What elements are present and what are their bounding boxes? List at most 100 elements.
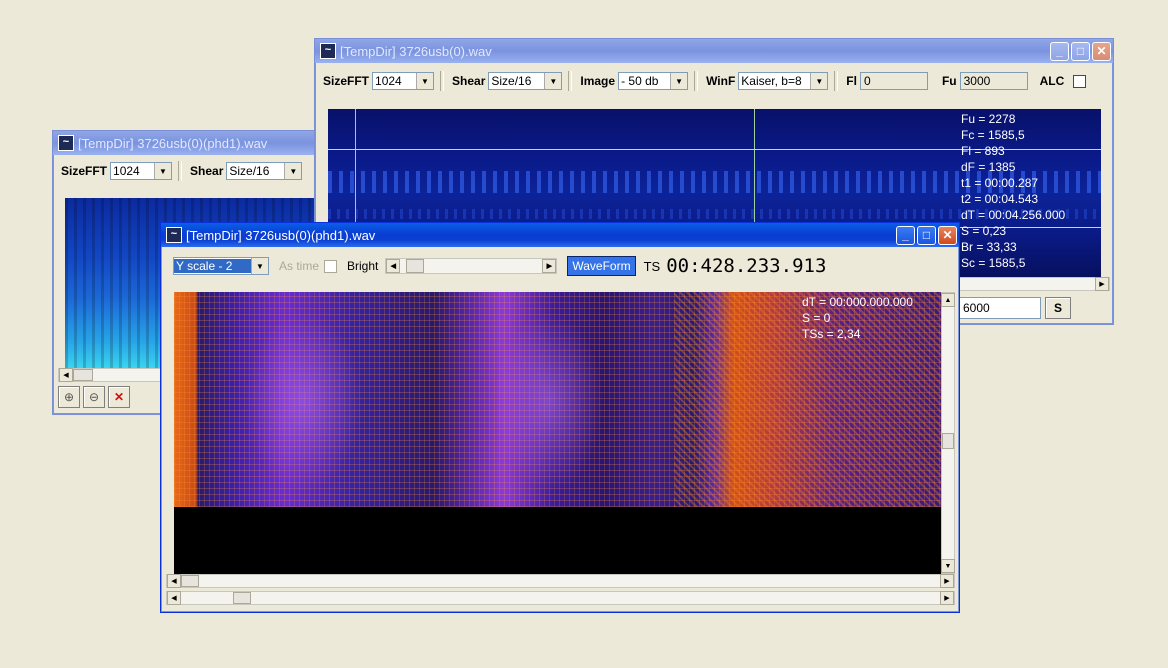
sizefft-label: SizeFFT	[323, 74, 370, 88]
readout-line: S = 0	[802, 311, 831, 325]
readout-line: dT = 00:000.000.000	[802, 295, 913, 309]
bright-slider-thumb[interactable]	[406, 259, 425, 273]
ts-value: 00:428.233.913	[666, 255, 827, 277]
phd-front-spectrogram[interactable]: dT = 00:000.000.000 S = 0 TSs = 2,34	[174, 292, 941, 574]
close-button[interactable]: ✕	[1092, 41, 1111, 61]
zoom-toolbar: ⊕ ⊖ ✕	[58, 386, 130, 408]
spectrogram-app-icon: ~	[320, 43, 336, 59]
shear-label: Shear	[452, 74, 486, 88]
winf-select[interactable]: Kaiser, b=8 ▼	[738, 72, 829, 90]
phd-front-toolbar: Y scale - 2 ▼ As time Bright ◀ ▶ WaveForm…	[173, 254, 953, 278]
scroll-up-icon[interactable]: ▲	[941, 293, 955, 307]
fu-label: Fu	[941, 74, 957, 88]
readout-line: dT = 00:04.256.000	[961, 208, 1066, 222]
ts-label: TS	[643, 258, 661, 274]
phd-front-vscroll[interactable]: ▲ ▼	[941, 292, 955, 574]
phd-front-window: ~ [TempDir] 3726usb(0)(phd1).wav _ □ ✕ Y…	[160, 222, 960, 613]
close-button[interactable]: ✕	[938, 225, 957, 245]
toolbar-separator	[694, 71, 699, 91]
fl-label: Fl	[846, 74, 857, 88]
shear-select[interactable]: Size/16 ▼	[488, 72, 563, 90]
sizefft-label: SizeFFT	[61, 164, 108, 178]
scroll-left-icon[interactable]: ◀	[167, 591, 181, 605]
yscale-select[interactable]: Y scale - 2 ▼	[173, 257, 269, 275]
scroll-right-icon[interactable]: ▶	[1095, 277, 1109, 291]
readout-line: Fl = 893	[961, 144, 1005, 158]
shear-label: Shear	[190, 164, 224, 178]
toolbar-separator	[568, 71, 573, 91]
sizefft-select[interactable]: 1024 ▼	[372, 72, 435, 90]
readout-line: dF = 1385	[961, 160, 1016, 174]
scroll-thumb[interactable]	[181, 575, 199, 587]
scroll-thumb[interactable]	[233, 592, 251, 604]
phd-front-hscroll-inner[interactable]: ◀ ▶	[166, 574, 955, 588]
main-title: [TempDir] 3726usb(0).wav	[340, 43, 492, 59]
readout-line: t1 = 00:00.287	[961, 176, 1039, 190]
scroll-left-icon[interactable]: ◀	[167, 574, 181, 588]
maximize-button[interactable]: □	[1071, 41, 1090, 61]
scroll-thumb[interactable]	[942, 433, 954, 449]
readout-line: TSs = 2,34	[802, 327, 861, 341]
toolbar-separator	[178, 161, 183, 181]
spectrogram-texture	[494, 312, 604, 492]
chevron-down-icon: ▼	[284, 163, 302, 179]
fl-field[interactable]: 0	[859, 72, 928, 90]
phd-back-hscroll[interactable]: ◀	[58, 368, 168, 382]
readout-line: Fc = 1585,5	[961, 128, 1025, 142]
shear-select[interactable]: Size/16 ▼	[226, 162, 303, 180]
chevron-down-icon: ▼	[544, 73, 562, 89]
phd-back-title: [TempDir] 3726usb(0)(phd1).wav	[78, 135, 268, 151]
scroll-right-icon[interactable]: ▶	[940, 574, 954, 588]
image-select[interactable]: - 50 db ▼	[618, 72, 689, 90]
zoom-out-icon[interactable]: ⊖	[83, 386, 105, 408]
chevron-down-icon: ▼	[810, 73, 828, 89]
main-readout: Fu = 2278 Fc = 1585,5 Fl = 893 dF = 1385…	[961, 111, 1065, 271]
chevron-down-icon: ▼	[670, 73, 688, 89]
chevron-down-icon: ▼	[251, 258, 268, 274]
scroll-left-icon[interactable]: ◀	[59, 368, 73, 382]
alc-checkbox[interactable]	[1073, 74, 1087, 88]
scroll-thumb[interactable]	[73, 369, 93, 381]
readout-line: t2 = 00:04.543	[961, 192, 1039, 206]
readout-line: Sc = 1585,5	[961, 256, 1026, 270]
sizefft-select[interactable]: 1024 ▼	[110, 162, 173, 180]
phd-front-hscroll[interactable]: ◀ ▶	[166, 591, 955, 605]
phd-front-readout: dT = 00:000.000.000 S = 0 TSs = 2,34	[802, 294, 913, 342]
readout-line: Fu = 2278	[961, 112, 1016, 126]
phd-back-toolbar: SizeFFT 1024 ▼ Shear Size/16 ▼	[55, 159, 303, 183]
spectrogram-texture	[244, 312, 364, 492]
toolbar-separator	[440, 71, 445, 91]
maximize-button[interactable]: □	[917, 225, 936, 245]
scroll-right-icon[interactable]: ▶	[542, 259, 557, 273]
chevron-down-icon: ▼	[154, 163, 172, 179]
scroll-right-icon[interactable]: ▶	[940, 591, 954, 605]
main-toolbar: SizeFFT 1024 ▼ Shear Size/16 ▼ Image - 50 …	[317, 69, 1087, 93]
spectrogram-app-icon: ~	[166, 227, 182, 243]
minimize-button[interactable]: _	[1050, 41, 1069, 61]
scroll-down-icon[interactable]: ▼	[941, 559, 955, 573]
zoom-in-icon[interactable]: ⊕	[58, 386, 80, 408]
spectrogram-app-icon: ~	[58, 135, 74, 151]
bright-label: Bright	[347, 259, 379, 273]
fu-field[interactable]: 3000	[959, 72, 1028, 90]
minimize-button[interactable]: _	[896, 225, 915, 245]
scroll-left-icon[interactable]: ◀	[386, 259, 401, 273]
chevron-down-icon: ▼	[416, 73, 434, 89]
main-titlebar[interactable]: ~ [TempDir] 3726usb(0).wav _ □ ✕	[315, 39, 1113, 63]
phd-front-titlebar[interactable]: ~ [TempDir] 3726usb(0)(phd1).wav _ □ ✕	[161, 223, 959, 247]
s-button[interactable]: S	[1045, 297, 1071, 319]
readout-line: Br = 33,33	[961, 240, 1017, 254]
as-time-checkbox[interactable]	[324, 259, 338, 273]
close-x-icon[interactable]: ✕	[108, 386, 130, 408]
image-label: Image	[580, 74, 616, 88]
readout-line: S = 0,23	[961, 224, 1007, 238]
toolbar-separator	[834, 71, 839, 91]
as-time-label: As time	[279, 259, 320, 273]
waveform-button[interactable]: WaveForm	[567, 256, 636, 276]
phd-back-titlebar[interactable]: ~ [TempDir] 3726usb(0)(phd1).wav	[53, 131, 323, 155]
bright-slider[interactable]: ◀ ▶	[385, 258, 558, 274]
phd-front-title: [TempDir] 3726usb(0)(phd1).wav	[186, 227, 376, 243]
main-hscroll[interactable]: ▶	[955, 277, 1110, 291]
main-bottom-field[interactable]: 6000	[959, 297, 1041, 319]
alc-label: ALC	[1039, 74, 1065, 88]
